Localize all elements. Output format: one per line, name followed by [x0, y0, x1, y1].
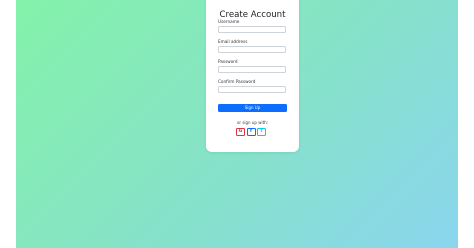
social-buttons: G f t: [236, 128, 266, 136]
username-input[interactable]: [218, 26, 286, 33]
username-label: Username: [218, 19, 240, 24]
email-label: Email address: [218, 39, 248, 44]
twitter-icon: t: [260, 129, 263, 134]
google-icon: G: [238, 129, 243, 134]
facebook-icon: f: [250, 129, 252, 134]
password-label: Password: [218, 59, 238, 64]
sign-up-button[interactable]: Sign Up: [218, 104, 287, 112]
social-prompt: or sign up with:: [236, 120, 269, 125]
password-input[interactable]: [218, 66, 286, 73]
confirm-password-label: Confirm Password: [218, 79, 256, 84]
google-signup-button[interactable]: G: [236, 128, 245, 136]
email-input[interactable]: [218, 46, 286, 53]
twitter-signup-button[interactable]: t: [257, 128, 266, 136]
confirm-password-input[interactable]: [218, 86, 286, 93]
facebook-signup-button[interactable]: f: [246, 128, 256, 136]
signup-card: Create Account Username Email address Pa…: [206, 0, 299, 152]
gradient-background: Create Account Username Email address Pa…: [16, 0, 458, 248]
